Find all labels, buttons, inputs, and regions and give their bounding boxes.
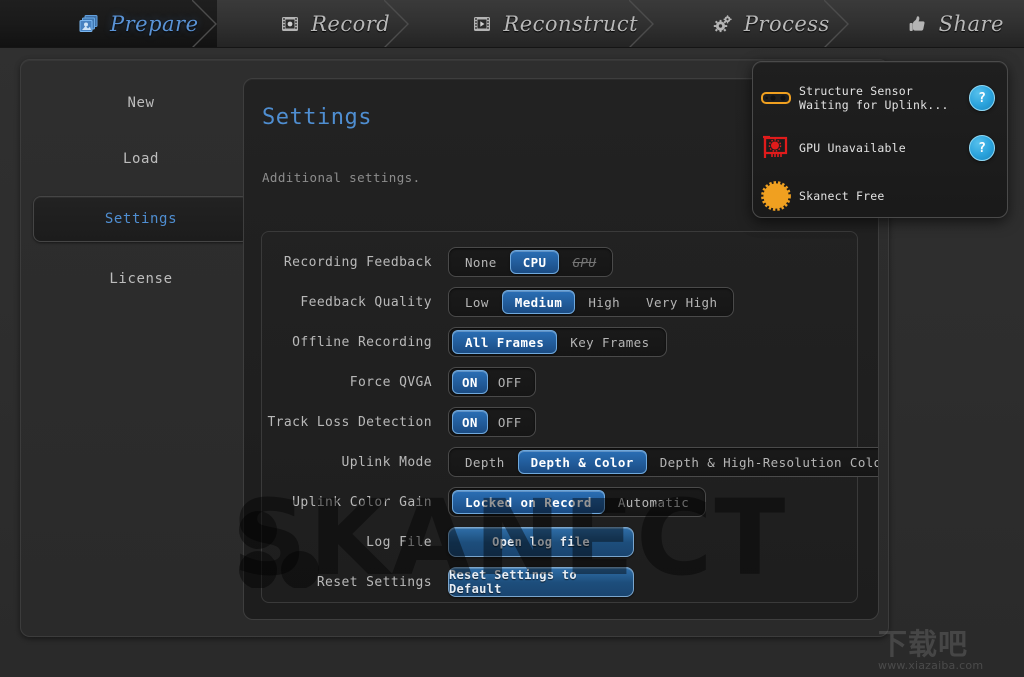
setting-row-uplink-mode: Uplink Mode Depth Depth & Color Depth & … bbox=[262, 442, 857, 482]
setting-label: Track Loss Detection bbox=[262, 415, 448, 430]
step-spacer bbox=[654, 0, 712, 47]
sidebar-item-label: Load bbox=[123, 151, 159, 167]
status-row-structure-sensor[interactable]: Structure Sensor Waiting for Uplink... ? bbox=[753, 74, 1007, 122]
step-spacer bbox=[217, 0, 279, 47]
setting-label: Recording Feedback bbox=[262, 255, 448, 270]
seg-option-on[interactable]: ON bbox=[452, 410, 488, 434]
status-popup: Structure Sensor Waiting for Uplink... ?… bbox=[752, 61, 1008, 218]
setting-label: Force QVGA bbox=[262, 375, 448, 390]
segmented-force-qvga: ON OFF bbox=[448, 367, 536, 397]
seg-option-key-frames[interactable]: Key Frames bbox=[557, 330, 662, 354]
sidebar-nav: New Load Settings License bbox=[33, 82, 249, 314]
page-title: Settings bbox=[262, 105, 372, 130]
setting-row-feedback-quality: Feedback Quality Low Medium High Very Hi… bbox=[262, 282, 857, 322]
step-record[interactable]: Record bbox=[279, 0, 409, 47]
seg-option-gpu: GPU bbox=[559, 250, 609, 274]
seg-option-off[interactable]: OFF bbox=[488, 410, 532, 434]
page-subtitle: Additional settings. bbox=[262, 170, 421, 185]
setting-label: Feedback Quality bbox=[262, 295, 448, 310]
structure-sensor-icon bbox=[753, 90, 799, 106]
thumbs-up-icon bbox=[907, 13, 929, 35]
seg-option-cpu[interactable]: CPU bbox=[510, 250, 560, 274]
step-process[interactable]: Process bbox=[712, 0, 849, 47]
seg-option-none[interactable]: None bbox=[452, 250, 510, 274]
seg-option-low[interactable]: Low bbox=[452, 290, 502, 314]
reset-settings-to-default-button[interactable]: Reset Settings to Default bbox=[448, 567, 634, 597]
step-spacer bbox=[849, 0, 907, 47]
skanect-badge-icon bbox=[753, 181, 799, 211]
setting-row-force-qvga: Force QVGA ON OFF bbox=[262, 362, 857, 402]
app-window: Prepare bbox=[0, 0, 1024, 677]
setting-row-reset-settings: Reset Settings Reset Settings to Default bbox=[262, 562, 857, 602]
layers-photos-icon bbox=[78, 13, 100, 35]
segmented-track-loss-detection: ON OFF bbox=[448, 407, 536, 437]
step-share[interactable]: Share bbox=[907, 0, 1024, 47]
seg-option-depth-and-high-resolution-color[interactable]: Depth & High-Resolution Color bbox=[647, 450, 879, 474]
status-row-gpu[interactable]: GPU Unavailable ? bbox=[753, 124, 1007, 172]
sidebar-item-label: New bbox=[127, 95, 154, 111]
setting-row-uplink-color-gain: Uplink Color Gain Locked on Record Autom… bbox=[262, 482, 857, 522]
sidebar-item-load[interactable]: Load bbox=[33, 138, 249, 180]
step-prepare[interactable]: Prepare bbox=[0, 0, 217, 47]
setting-row-offline-recording: Offline Recording All Frames Key Frames bbox=[262, 322, 857, 362]
film-record-icon bbox=[279, 13, 301, 35]
step-spacer bbox=[409, 0, 471, 47]
status-text: GPU Unavailable bbox=[799, 141, 969, 155]
step-label-share: Share bbox=[939, 12, 1004, 36]
sidebar-item-license[interactable]: License bbox=[33, 258, 249, 300]
status-text: Structure Sensor Waiting for Uplink... bbox=[799, 84, 969, 112]
seg-option-automatic[interactable]: Automatic bbox=[605, 490, 702, 514]
seg-option-high[interactable]: High bbox=[575, 290, 633, 314]
settings-rows-container: Recording Feedback None CPU GPU Feedback… bbox=[261, 231, 858, 603]
site-watermark: 下载吧 www.xiazaiba.com bbox=[878, 629, 1018, 675]
sidebar-item-label: License bbox=[109, 271, 172, 287]
gpu-card-icon bbox=[753, 134, 799, 162]
seg-option-medium[interactable]: Medium bbox=[502, 290, 576, 314]
seg-option-depth-and-color[interactable]: Depth & Color bbox=[518, 450, 647, 474]
gears-icon bbox=[712, 13, 734, 35]
setting-label: Reset Settings bbox=[262, 575, 448, 590]
seg-option-depth[interactable]: Depth bbox=[452, 450, 518, 474]
setting-row-track-loss-detection: Track Loss Detection ON OFF bbox=[262, 402, 857, 442]
seg-option-all-frames[interactable]: All Frames bbox=[452, 330, 557, 354]
seg-option-on[interactable]: ON bbox=[452, 370, 488, 394]
sidebar-item-settings[interactable]: Settings bbox=[33, 196, 249, 242]
seg-option-locked-on-record[interactable]: Locked on Record bbox=[452, 490, 605, 514]
setting-row-log-file: Log File Open log file bbox=[262, 522, 857, 562]
setting-label: Log File bbox=[262, 535, 448, 550]
segmented-uplink-mode: Depth Depth & Color Depth & High-Resolut… bbox=[448, 447, 879, 477]
site-watermark-cn: 下载吧 bbox=[878, 629, 1018, 659]
setting-label: Uplink Color Gain bbox=[262, 495, 448, 510]
setting-label: Uplink Mode bbox=[262, 455, 448, 470]
sidebar-item-new[interactable]: New bbox=[33, 82, 249, 124]
step-label-record: Record bbox=[311, 12, 390, 36]
open-log-file-button[interactable]: Open log file bbox=[448, 527, 634, 557]
step-reconstruct[interactable]: Reconstruct bbox=[471, 0, 653, 47]
step-label-reconstruct: Reconstruct bbox=[503, 12, 638, 36]
seg-option-very-high[interactable]: Very High bbox=[633, 290, 730, 314]
step-label-prepare: Prepare bbox=[110, 12, 199, 36]
workflow-step-bar: Prepare bbox=[0, 0, 1024, 48]
help-icon[interactable]: ? bbox=[969, 135, 995, 161]
seg-option-off[interactable]: OFF bbox=[488, 370, 532, 394]
status-row-license[interactable]: Skanect Free bbox=[753, 172, 1007, 220]
setting-row-recording-feedback: Recording Feedback None CPU GPU bbox=[262, 242, 857, 282]
segmented-offline-recording: All Frames Key Frames bbox=[448, 327, 667, 357]
segmented-feedback-quality: Low Medium High Very High bbox=[448, 287, 734, 317]
film-play-icon bbox=[471, 13, 493, 35]
status-text: Skanect Free bbox=[799, 189, 969, 203]
step-label-process: Process bbox=[744, 12, 830, 36]
segmented-recording-feedback: None CPU GPU bbox=[448, 247, 613, 277]
segmented-uplink-color-gain: Locked on Record Automatic bbox=[448, 487, 706, 517]
sidebar-item-label: Settings bbox=[105, 211, 177, 227]
help-icon[interactable]: ? bbox=[969, 85, 995, 111]
setting-label: Offline Recording bbox=[262, 335, 448, 350]
site-watermark-url: www.xiazaiba.com bbox=[878, 659, 1018, 672]
